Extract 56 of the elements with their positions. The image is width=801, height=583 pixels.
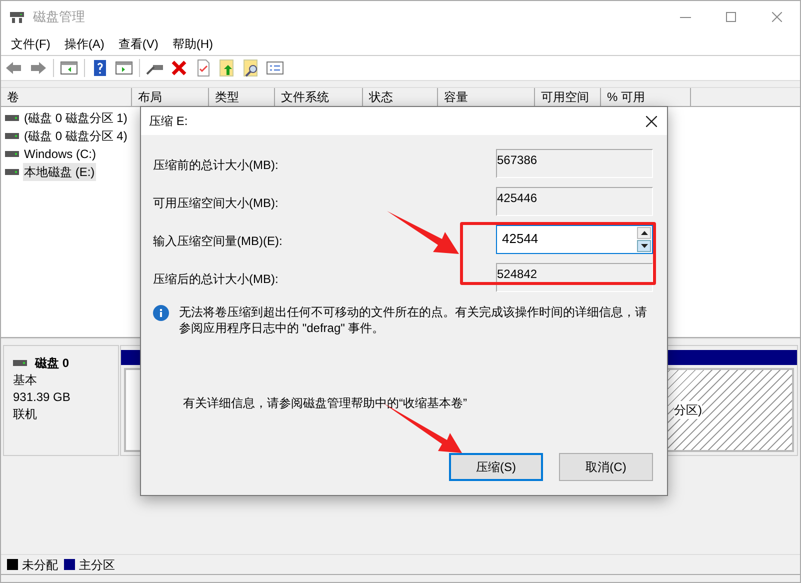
menu-item[interactable]: 查看(V): [112, 35, 164, 53]
back-arrow-icon[interactable]: [5, 59, 23, 77]
menu-item[interactable]: 文件(F): [5, 35, 56, 53]
delete-icon[interactable]: [170, 59, 188, 77]
minimize-icon: [680, 16, 690, 18]
spin-field[interactable]: 42544: [496, 225, 653, 254]
disk-size: 931.39 GB: [13, 389, 72, 406]
upload-icon[interactable]: [218, 59, 236, 77]
disk-type: 基本: [13, 372, 38, 389]
field-label: 压缩前的总计大小(MB):: [153, 157, 278, 174]
volume-name[interactable]: (磁盘 0 磁盘分区 1): [23, 109, 128, 127]
disk-status: 联机: [13, 406, 38, 423]
caret-down-icon: [640, 244, 648, 248]
input-value: 42544: [501, 230, 538, 248]
info-text: 无法将卷压缩到超出任何不可移动的文件所在的点。有关完成该操作时间的详细信息，请参阅应用程序日志中的 "defrag" 事件。: [179, 304, 648, 336]
legend-label: 未分配: [22, 556, 58, 574]
window-title: 磁盘管理: [33, 8, 85, 26]
drive-icon: [5, 151, 19, 157]
help-icon[interactable]: [91, 59, 109, 77]
menu-item[interactable]: 操作(A): [58, 35, 110, 53]
field-value: 425446: [497, 190, 538, 207]
partition-text: 分区): [674, 401, 702, 419]
info-icon: [153, 305, 169, 321]
list-icon[interactable]: [266, 59, 284, 77]
drive-icon: [5, 133, 19, 139]
volume-name[interactable]: 本地磁盘 (E:): [23, 163, 96, 181]
maximize-icon: [726, 12, 736, 22]
legend-label: 主分区: [79, 556, 115, 574]
dialog-button[interactable]: 压缩(S): [449, 453, 543, 481]
panel-icon[interactable]: [60, 59, 78, 77]
field-value: 567386: [497, 152, 538, 169]
field-value: 524842: [497, 266, 538, 283]
column-header[interactable]: 卷: [1, 88, 132, 106]
spin-down-button[interactable]: [637, 240, 651, 252]
volume-name[interactable]: Windows (C:): [23, 145, 98, 163]
field-label: 可用压缩空间大小(MB):: [153, 195, 278, 212]
dialog-title: 压缩 E:: [149, 113, 188, 130]
dialog-button[interactable]: 取消(C): [559, 453, 653, 481]
menu-item[interactable]: 帮助(H): [166, 35, 219, 53]
drive-icon: [5, 169, 19, 175]
disk-drive-icon: [9, 10, 25, 24]
panel-icon[interactable]: [115, 59, 133, 77]
search-icon[interactable]: [242, 59, 260, 77]
caret-up-icon: [640, 231, 648, 235]
drive-icon: [13, 360, 27, 366]
pointer-arrow: [387, 211, 459, 254]
close-icon: [772, 12, 782, 22]
field-label: 输入压缩空间量(MB)(E):: [153, 233, 282, 250]
volume-name[interactable]: (磁盘 0 磁盘分区 4): [23, 127, 128, 145]
forward-arrow-icon[interactable]: [29, 59, 47, 77]
spin-up-button[interactable]: [637, 227, 651, 239]
close-icon: [646, 116, 656, 126]
field-label: 压缩后的总计大小(MB):: [153, 271, 278, 288]
drive-icon: [5, 115, 19, 121]
help-text: 有关详细信息，请参阅磁盘管理帮助中的“收缩基本卷”: [183, 395, 468, 412]
disk-name: 磁盘 0: [35, 355, 70, 372]
